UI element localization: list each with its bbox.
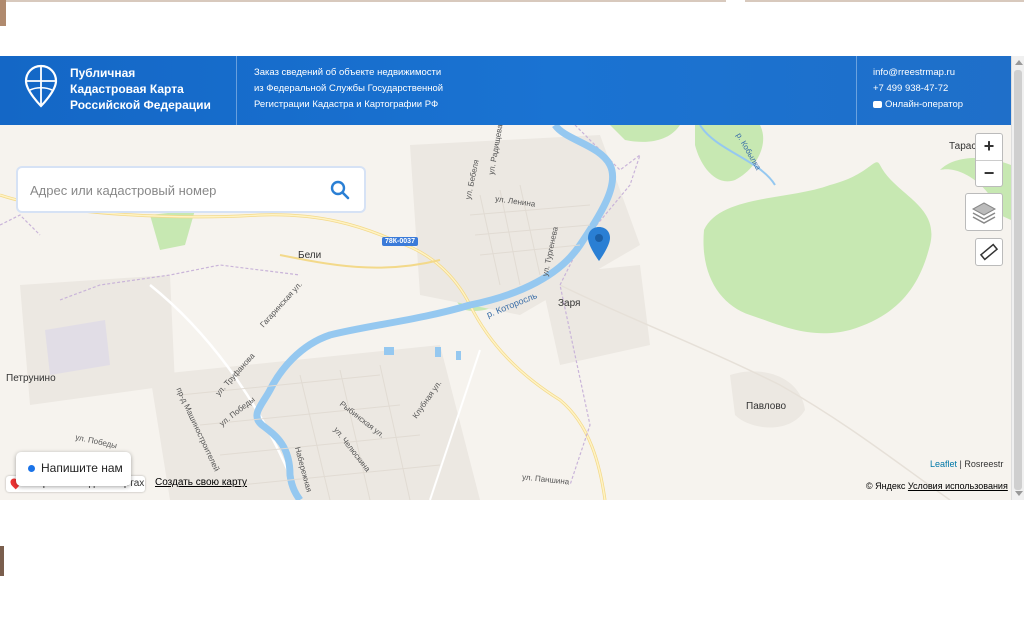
- ruler-icon: [979, 243, 999, 261]
- map-label-tarasi: Тарас: [949, 141, 977, 152]
- online-operator-link[interactable]: Онлайн-оператор: [873, 97, 963, 113]
- header-divider: [236, 56, 237, 125]
- map-label-beli: Бели: [298, 250, 322, 261]
- search-icon[interactable]: [330, 180, 350, 200]
- brand-line-1: Публичная: [70, 66, 136, 80]
- zoom-control: + −: [975, 133, 1003, 187]
- zoom-out-button[interactable]: −: [976, 160, 1002, 187]
- write-us-button[interactable]: Напишите нам: [16, 452, 131, 486]
- brand-line-2: Кадастровая Карта: [70, 82, 184, 96]
- page-edge-decoration: [0, 546, 4, 576]
- map-attribution: Leaflet | Rosreestr: [930, 459, 1004, 469]
- map-canvas[interactable]: 78К-0037 Бели Заря Петрунино Павлово Тар…: [0, 125, 1011, 500]
- search-box: [18, 168, 364, 213]
- phone-link[interactable]: +7 499 938-47-72: [873, 81, 963, 97]
- search-input[interactable]: [28, 168, 322, 213]
- browser-top-strip: [0, 0, 1024, 26]
- yandex-copyright-text: © Яндекс: [866, 481, 906, 491]
- rosreestr-attribution: Rosreestr: [964, 459, 1004, 469]
- site-header: Публичная Кадастровая Карта Российской Ф…: [0, 56, 1011, 125]
- chat-status-dot: [28, 465, 35, 472]
- desc-line-3: Регистрации Кадастра и Картографии РФ: [254, 99, 439, 110]
- ruler-button[interactable]: [975, 238, 1003, 266]
- scroll-thumb[interactable]: [1014, 70, 1022, 490]
- map-label-petrunino: Петрунино: [6, 373, 56, 384]
- desc-line-1: Заказ сведений об объекте недвижимости: [254, 67, 442, 78]
- scroll-down-icon[interactable]: [1015, 491, 1023, 496]
- layers-button[interactable]: [965, 193, 1003, 231]
- brand-line-3: Российской Федерации: [70, 98, 211, 112]
- email-link[interactable]: info@rreestrmap.ru: [873, 65, 963, 81]
- layers-icon: [971, 202, 997, 224]
- desc-line-2: из Федеральной Службы Государственной: [254, 83, 444, 94]
- create-map-link[interactable]: Создать свою карту: [155, 477, 247, 488]
- write-us-label: Напишите нам: [41, 461, 123, 475]
- logo-globe-icon[interactable]: [24, 64, 58, 108]
- yandex-copyright: © Яндекс Условия использования: [866, 481, 1008, 491]
- site-brand[interactable]: Публичная Кадастровая Карта Российской Ф…: [70, 65, 211, 113]
- chat-icon: [873, 100, 882, 108]
- header-description: Заказ сведений об объекте недвижимости и…: [254, 65, 443, 113]
- header-contacts: info@rreestrmap.ru +7 499 938-47-72 Онла…: [873, 65, 963, 113]
- leaflet-link[interactable]: Leaflet: [930, 459, 957, 469]
- location-marker-icon[interactable]: [588, 227, 610, 261]
- online-operator-label: Онлайн-оператор: [885, 99, 964, 110]
- zoom-in-button[interactable]: +: [976, 134, 1002, 160]
- page-scrollbar[interactable]: [1011, 56, 1024, 500]
- map-label-pavlovo: Павлово: [746, 401, 787, 412]
- road-number-badge: 78К-0037: [382, 237, 418, 246]
- header-divider: [856, 56, 857, 125]
- map-label-zarya: Заря: [558, 298, 581, 309]
- scroll-up-icon[interactable]: [1015, 60, 1023, 65]
- terms-link[interactable]: Условия использования: [908, 481, 1008, 491]
